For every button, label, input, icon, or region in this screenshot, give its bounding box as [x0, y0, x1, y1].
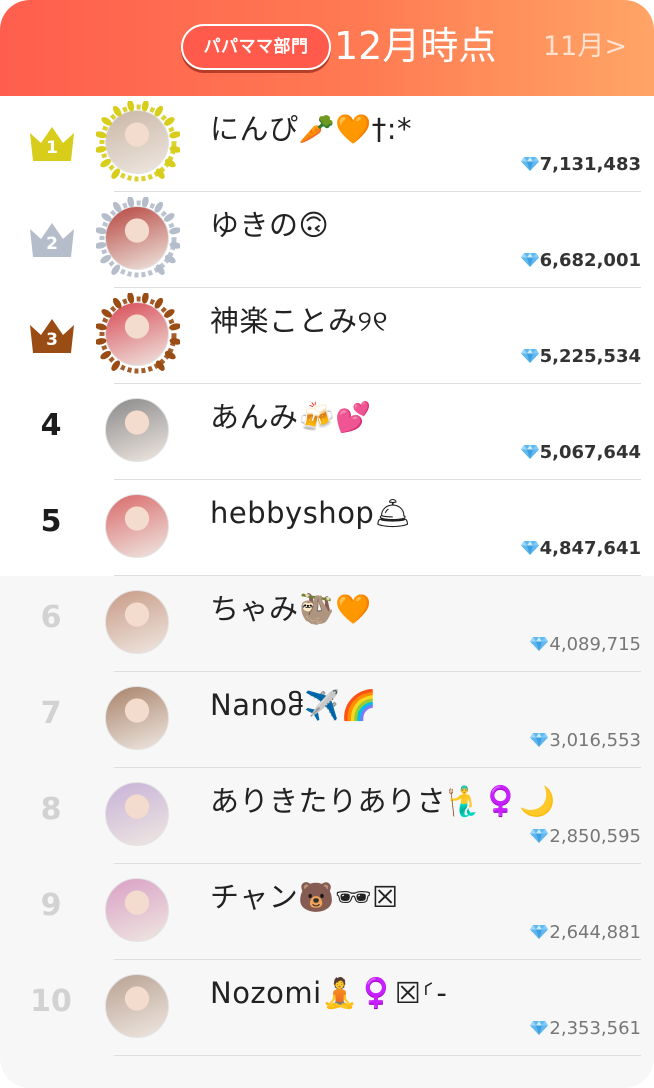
score-text: 4,089,715: [549, 634, 641, 655]
rank-number: 8: [40, 792, 62, 827]
score-text: 7,131,483: [539, 154, 641, 175]
ranking-row[interactable]: 2 ゆきの🙃 6,682,001: [0, 192, 654, 288]
laurel-wreath-icon: [96, 293, 180, 374]
avatar[interactable]: [96, 965, 180, 1049]
row-divider: [114, 1055, 641, 1056]
avatar-image: [105, 878, 169, 942]
score-value: 4,089,715: [530, 633, 641, 657]
ranking-row[interactable]: 8 ありきたりありさ🧜‍♂️♀️🌙 2,850,595: [0, 768, 654, 864]
avatar[interactable]: [96, 485, 180, 569]
diamond-icon: [520, 445, 539, 459]
score-text: 6,682,001: [539, 250, 641, 271]
ranking-row[interactable]: 1 にんぴ🥕🧡†:* 7,131,483: [0, 96, 654, 192]
silver-crown-icon: 2: [29, 219, 75, 259]
rank-number: 1: [46, 138, 58, 158]
avatar-image: [105, 974, 169, 1038]
score-text: 2,353,561: [549, 1018, 641, 1039]
ranking-row[interactable]: 9 チャン🐻🕶☒ 2,644,881: [0, 864, 654, 960]
score-text: 3,016,553: [549, 730, 641, 751]
user-name[interactable]: hebbyshop🛎: [210, 494, 412, 532]
rank-number: 9: [40, 888, 62, 923]
avatar[interactable]: [96, 677, 180, 761]
score-value: 5,067,644: [520, 441, 641, 465]
rank-number: 7: [40, 696, 62, 731]
score-text: 2,850,595: [549, 826, 641, 847]
diamond-icon: [530, 733, 549, 747]
score-value: 6,682,001: [520, 249, 641, 273]
avatar-image: [105, 782, 169, 846]
avatar[interactable]: [96, 581, 180, 665]
gold-crown-icon: 1: [29, 123, 75, 163]
score-value: 4,847,641: [520, 537, 641, 561]
diamond-icon: [520, 349, 539, 363]
ranking-header: パパママ部門 12月時点 11月>: [0, 0, 654, 96]
current-month-title: 12月時点: [334, 24, 497, 68]
avatar-image: [105, 398, 169, 462]
avatar[interactable]: [96, 197, 180, 281]
ranking-row[interactable]: 3 神楽ことみ୨୧ 5,225,534: [0, 288, 654, 384]
rank-number: 10: [30, 984, 72, 1019]
diamond-icon: [530, 1021, 549, 1035]
score-text: 5,225,534: [539, 346, 641, 367]
user-name[interactable]: ありきたりありさ🧜‍♂️♀️🌙: [210, 782, 556, 820]
user-name[interactable]: 神楽ことみ୨୧: [210, 302, 388, 340]
rank-number: 3: [46, 330, 58, 350]
category-pill-button[interactable]: パパママ部門: [181, 24, 331, 70]
user-name[interactable]: Nanoჵ✈️🌈: [210, 686, 377, 724]
avatar[interactable]: [96, 293, 180, 377]
score-value: 2,353,561: [530, 1017, 641, 1041]
user-name[interactable]: あんみ🍻💕: [210, 398, 372, 436]
diamond-icon: [520, 253, 539, 267]
avatar-image: [105, 494, 169, 558]
avatar-image: [105, 686, 169, 750]
ranking-row[interactable]: 5 hebbyshop🛎 4,847,641: [0, 480, 654, 576]
score-value: 7,131,483: [520, 153, 641, 177]
diamond-icon: [530, 829, 549, 843]
ranking-row[interactable]: 7 Nanoჵ✈️🌈 3,016,553: [0, 672, 654, 768]
user-name[interactable]: ちゃみ🦥🧡: [210, 590, 372, 628]
user-name[interactable]: ゆきの🙃: [210, 206, 329, 244]
score-value: 2,850,595: [530, 825, 641, 849]
bronze-crown-icon: 3: [29, 315, 75, 355]
rank-number: 6: [40, 600, 62, 635]
avatar[interactable]: [96, 389, 180, 473]
score-text: 4,847,641: [539, 538, 641, 559]
ranking-card: パパママ部門 12月時点 11月> 1 にんぴ🥕🧡†:* 7,131,483 2 ゆきの…: [0, 0, 654, 1088]
score-text: 2,644,881: [549, 922, 641, 943]
laurel-wreath-icon: [96, 101, 180, 182]
user-name[interactable]: にんぴ🥕🧡†:*: [210, 110, 412, 148]
diamond-icon: [530, 637, 549, 651]
prev-month-link[interactable]: 11月>: [543, 24, 627, 70]
rank-number: 2: [46, 234, 58, 254]
rank-number: 4: [40, 408, 62, 443]
ranking-row[interactable]: 4 あんみ🍻💕 5,067,644: [0, 384, 654, 480]
score-text: 5,067,644: [539, 442, 641, 463]
avatar[interactable]: [96, 101, 180, 185]
score-value: 5,225,534: [520, 345, 641, 369]
score-value: 3,016,553: [530, 729, 641, 753]
ranking-row[interactable]: 6 ちゃみ🦥🧡 4,089,715: [0, 576, 654, 672]
laurel-wreath-icon: [96, 197, 180, 278]
diamond-icon: [520, 157, 539, 171]
user-name[interactable]: チャン🐻🕶☒: [210, 878, 399, 916]
user-name[interactable]: Nozomi🧘♀️☒⸂-: [210, 974, 447, 1012]
diamond-icon: [520, 541, 539, 555]
avatar-image: [105, 590, 169, 654]
ranking-row[interactable]: 10 Nozomi🧘♀️☒⸂- 2,353,561: [0, 960, 654, 1056]
score-value: 2,644,881: [530, 921, 641, 945]
diamond-icon: [530, 925, 549, 939]
rank-number: 5: [40, 504, 62, 539]
avatar[interactable]: [96, 773, 180, 857]
avatar[interactable]: [96, 869, 180, 953]
ranking-list: 1 にんぴ🥕🧡†:* 7,131,483 2 ゆきの🙃 6,682,001 3 神楽ことみ୨୧…: [0, 96, 654, 1056]
